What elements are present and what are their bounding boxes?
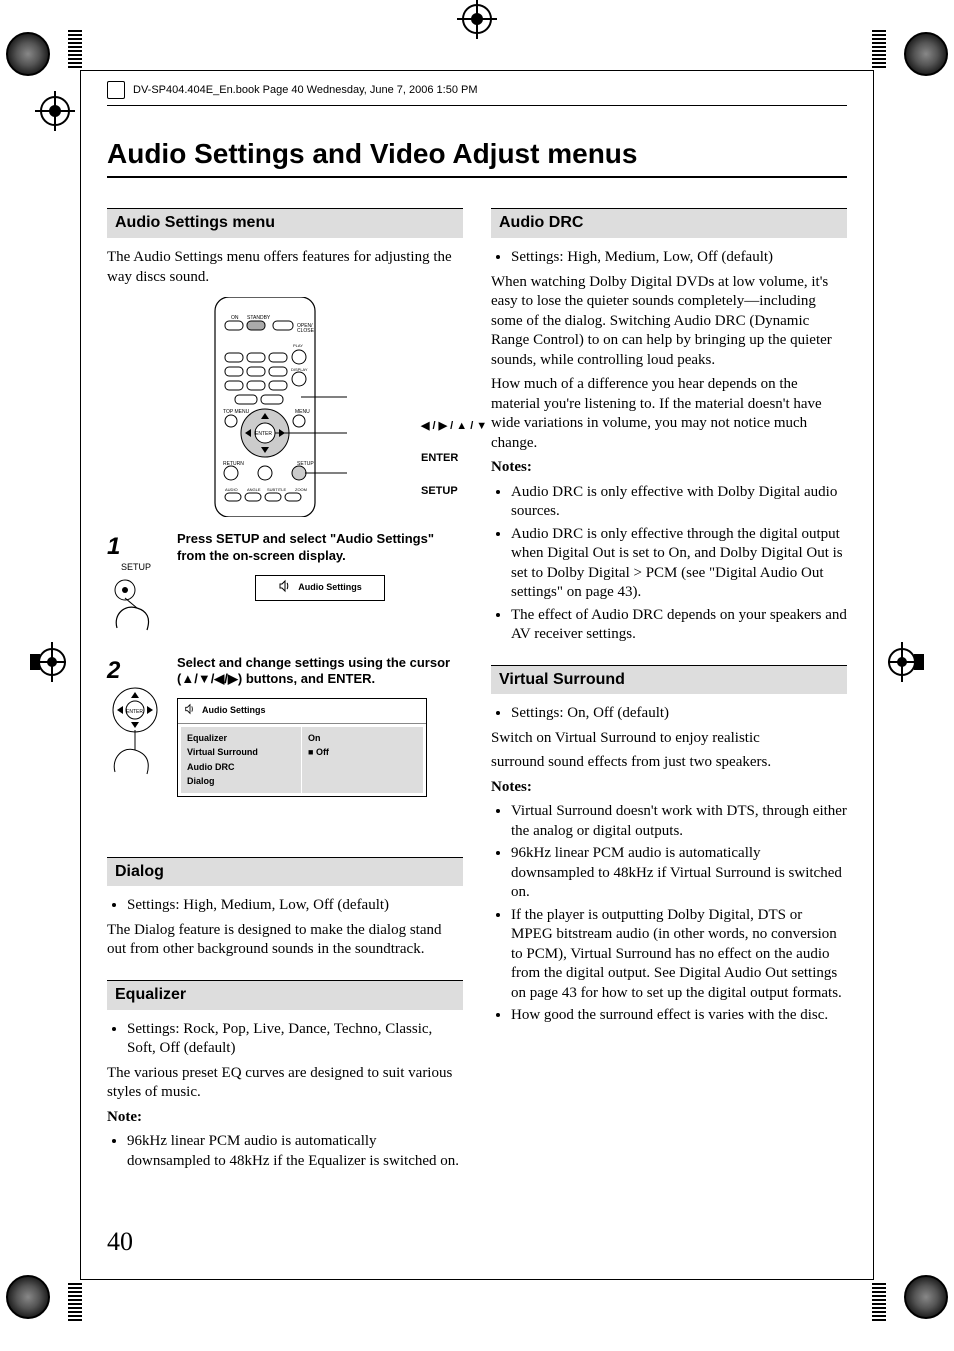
menu-row-audio-drc: Audio DRC (187, 760, 295, 774)
virtual-surround-notes-label: Notes: (491, 778, 847, 798)
remote-callouts: ◀ / ▶ / ▲ / ▼ ENTER SETUP (421, 401, 487, 516)
edge-dash-tl (68, 30, 82, 70)
step-1-number: 1 (107, 531, 127, 562)
virtual-surround-head: Virtual Surround (491, 665, 847, 695)
step-2-arrows: ▲/▼/◀/▶ (181, 671, 238, 686)
equalizer-desc: The various preset EQ curves are designe… (107, 1064, 463, 1103)
step-2-text-c: ) buttons, and ENTER. (238, 671, 375, 686)
equalizer-settings: Settings: Rock, Pop, Live, Dance, Techno… (127, 1020, 463, 1059)
step-1-setup-label: SETUP (107, 562, 165, 574)
svg-text:MENU: MENU (295, 409, 310, 415)
virtual-surround-settings: Settings: On, Off (default) (511, 704, 847, 724)
menu-row-dialog: Dialog (187, 774, 295, 788)
callout-enter: ENTER (421, 451, 487, 465)
menu-pill-label: Audio Settings (298, 582, 362, 594)
svg-text:ZOOM: ZOOM (295, 487, 307, 492)
audio-drc-note-2: Audio DRC is only effective through the … (511, 525, 847, 603)
remote-illustration: ON STANDBY OPEN/ CLOSE PLAY DISPLAY (205, 297, 365, 517)
menu-row-virtual-surround: Virtual Surround (187, 745, 295, 759)
svg-text:PLAY: PLAY (293, 343, 303, 348)
menu-val-equalizer: On (308, 731, 417, 745)
print-corner-bl (6, 1275, 50, 1319)
dialog-settings: Settings: High, Medium, Low, Off (defaul… (127, 896, 463, 916)
virtual-surround-note-1: Virtual Surround doesn't work with DTS, … (511, 802, 847, 841)
side-reg-right (888, 640, 924, 691)
dialog-head: Dialog (107, 857, 463, 887)
svg-text:AUDIO: AUDIO (225, 487, 238, 492)
step-1-text: Press SETUP and select "Audio Settings" … (177, 531, 463, 565)
side-reg-left (30, 640, 66, 691)
right-column: Audio DRC Settings: High, Medium, Low, O… (491, 208, 847, 1175)
svg-text:TOP MENU: TOP MENU (223, 409, 250, 415)
step-2-number: 2 (107, 655, 127, 686)
print-corner-tr (904, 32, 948, 76)
step-2: 2 ENTER (107, 655, 463, 797)
remote-setup-icon (107, 578, 163, 634)
edge-dash-tr (872, 30, 886, 70)
virtual-surround-p1: Switch on Virtual Surround to enjoy real… (491, 729, 847, 749)
svg-text:ENTER: ENTER (255, 431, 272, 437)
virtual-surround-note-4: How good the surround effect is varies w… (511, 1006, 847, 1026)
audio-drc-settings: Settings: High, Medium, Low, Off (defaul… (511, 248, 847, 268)
equalizer-head: Equalizer (107, 980, 463, 1010)
print-corner-br (904, 1275, 948, 1319)
virtual-surround-p2: surround sound effects from just two spe… (491, 753, 847, 773)
svg-text:ANGLE: ANGLE (247, 487, 261, 492)
reg-mark-left (40, 96, 70, 126)
callout-arrows: ◀ / ▶ / ▲ / ▼ (421, 419, 487, 433)
book-header: DV-SP404.404E_En.book Page 40 Wednesday,… (107, 81, 873, 99)
page-number: 40 (107, 1225, 133, 1259)
left-column: Audio Settings menu The Audio Settings m… (107, 208, 463, 1175)
header-rule (107, 105, 847, 106)
audio-drc-notes-label: Notes: (491, 458, 847, 478)
audio-drc-p2: How much of a difference you hear depend… (491, 375, 847, 453)
speaker-icon (278, 579, 292, 597)
menu-pill-audio-settings: Audio Settings (255, 575, 385, 601)
speaker-icon (184, 703, 196, 719)
remote-nav-icon: ENTER (107, 686, 163, 776)
virtual-surround-note-2: 96kHz linear PCM audio is automatically … (511, 844, 847, 903)
svg-text:ENTER: ENTER (126, 709, 143, 715)
audio-drc-note-1: Audio DRC is only effective with Dolby D… (511, 483, 847, 522)
menu-block-title: Audio Settings (202, 705, 266, 717)
virtual-surround-note-3: If the player is outputting Dolby Digita… (511, 906, 847, 1004)
callout-setup: SETUP (421, 484, 487, 498)
reg-mark-bottom (462, 4, 492, 34)
menu-val-virtual-surround: ■ Off (308, 745, 417, 759)
equalizer-note: 96kHz linear PCM audio is automatically … (127, 1132, 463, 1171)
svg-text:STANDBY: STANDBY (247, 315, 271, 321)
svg-text:SUBTITLE: SUBTITLE (267, 487, 286, 492)
audio-drc-head: Audio DRC (491, 208, 847, 238)
audio-settings-intro: The Audio Settings menu offers features … (107, 248, 463, 287)
audio-drc-p1: When watching Dolby Digital DVDs at low … (491, 273, 847, 371)
dialog-desc: The Dialog feature is designed to make t… (107, 921, 463, 960)
svg-text:ON: ON (231, 315, 239, 321)
edge-dash-bl (68, 1281, 82, 1321)
print-corner-tl (6, 32, 50, 76)
step-1: 1 SETUP Press SETUP and select "Audio Se… (107, 531, 463, 640)
svg-text:CLOSE: CLOSE (297, 328, 315, 334)
svg-text:DISPLAY: DISPLAY (291, 367, 308, 372)
menu-row-equalizer: Equalizer (187, 731, 295, 745)
page-frame: DV-SP404.404E_En.book Page 40 Wednesday,… (80, 70, 874, 1280)
audio-drc-note-3: The effect of Audio DRC depends on your … (511, 606, 847, 645)
title-underline (107, 176, 847, 178)
menu-block-audio-settings: Audio Settings Equalizer Virtual Surroun… (177, 698, 427, 796)
audio-settings-menu-head: Audio Settings menu (107, 208, 463, 238)
page-title: Audio Settings and Video Adjust menus (107, 136, 847, 172)
edge-dash-br (872, 1281, 886, 1321)
equalizer-note-label: Note: (107, 1108, 463, 1128)
